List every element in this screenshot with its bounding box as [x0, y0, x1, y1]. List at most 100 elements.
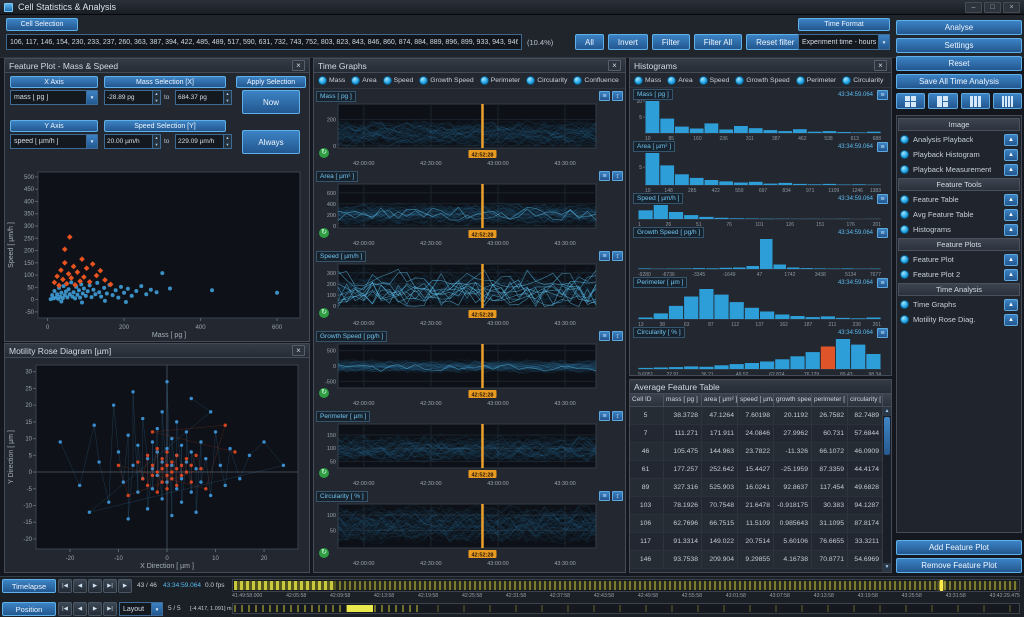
graph-settings-icon[interactable]: ≡: [599, 491, 610, 501]
histograms-toggle-circularity[interactable]: Circularity: [842, 76, 883, 85]
sidebar-button-save-all-time-analysis[interactable]: Save All Time Analysis: [896, 74, 1022, 89]
position-button[interactable]: Position: [2, 602, 56, 616]
timelapse-timeline[interactable]: [232, 579, 1020, 592]
move-up-icon[interactable]: ▲: [1004, 164, 1018, 176]
sidebar-button-remove-feature-plot[interactable]: Remove Feature Plot: [896, 558, 1022, 573]
maximize-icon[interactable]: □: [984, 2, 1001, 13]
column-header-perimeter-m[interactable]: perimeter [ µm ]: [812, 394, 848, 406]
timelapse-step-back-button[interactable]: ◀: [73, 579, 87, 593]
sync-time-icon[interactable]: ↻: [319, 148, 329, 158]
sidebar-item-histograms[interactable]: Histograms▲: [898, 222, 1020, 237]
position-skip-start-button[interactable]: |◀: [58, 602, 72, 616]
sidebar-button-reset[interactable]: Reset: [896, 56, 1022, 71]
time-graph-chart[interactable]: 42:00:0042:30:0043:00:0043:30:005000-500…: [314, 342, 625, 408]
feature-scatter-plot[interactable]: 0200400600500450400350300250200150100500…: [6, 166, 308, 342]
table-row[interactable]: 10662.769666.751511.51090.98564331.10958…: [630, 515, 882, 533]
sidebar-item-analysis-playback[interactable]: Analysis Playback▲: [898, 132, 1020, 147]
histogram-chart[interactable]: 9.605122.9136.2149.5262.82476.12989.4398…: [631, 338, 890, 375]
graph-fit-icon[interactable]: ↕: [612, 91, 623, 101]
close-icon[interactable]: ×: [608, 60, 621, 71]
position-timeline[interactable]: [232, 603, 1020, 614]
toolbar-button-filter-all[interactable]: Filter All: [694, 34, 742, 50]
time-graphs-toggle-confluence[interactable]: Confluence: [573, 76, 618, 85]
graph-settings-icon[interactable]: ≡: [599, 171, 610, 181]
table-row[interactable]: 46105.475144.96323.7822-11.32666.107246.…: [630, 443, 882, 461]
move-up-icon[interactable]: ▲: [1004, 209, 1018, 221]
move-up-icon[interactable]: ▲: [1004, 299, 1018, 311]
column-header-circularity[interactable]: circularity [ % ]: [848, 394, 883, 406]
graph-settings-icon[interactable]: ≡: [599, 251, 610, 261]
toolbar-button-all[interactable]: All: [575, 34, 604, 50]
mass-from-spinner[interactable]: -28.89 pg ▲▼: [104, 90, 161, 105]
table-row[interactable]: 14693.7538209.9049.298554.1673870.877154…: [630, 551, 882, 569]
column-header-speed-m-h[interactable]: speed [ µm/h ]: [738, 394, 774, 406]
graph-fit-icon[interactable]: ↕: [612, 411, 623, 421]
histogram-settings-icon[interactable]: ≡: [877, 228, 888, 238]
sync-time-icon[interactable]: ↻: [319, 228, 329, 238]
timeline-playhead[interactable]: [940, 580, 943, 591]
speed-from-spinner[interactable]: 20.00 µm/h ▲▼: [104, 134, 161, 149]
layout-2-icon[interactable]: [928, 93, 957, 109]
apply-now-button[interactable]: Now: [242, 90, 300, 114]
graph-fit-icon[interactable]: ↕: [612, 491, 623, 501]
spinner-arrows-icon[interactable]: ▲▼: [152, 135, 160, 148]
table-panel-header[interactable]: Average Feature Table: [630, 380, 891, 394]
histogram-chart[interactable]: 10510148285422559697834971110912461383: [631, 152, 890, 193]
sidebar-item-feature-table[interactable]: Feature Table▲: [898, 192, 1020, 207]
toolbar-button-invert[interactable]: Invert: [608, 34, 648, 50]
apply-always-button[interactable]: Always: [242, 130, 300, 154]
sidebar-item-time-graphs[interactable]: Time Graphs▲: [898, 297, 1020, 312]
time-graphs-toggle-mass[interactable]: Mass: [318, 76, 345, 85]
close-icon[interactable]: ×: [874, 60, 887, 71]
move-up-icon[interactable]: ▲: [1004, 269, 1018, 281]
timelapse-button[interactable]: Timelapse: [2, 579, 56, 593]
sidebar-button-add-feature-plot[interactable]: Add Feature Plot: [896, 540, 1022, 555]
sidebar-button-settings[interactable]: Settings: [896, 38, 1022, 53]
y-axis-select[interactable]: speed [ µm/h ] ▼: [10, 134, 98, 149]
sync-time-icon[interactable]: ↻: [319, 468, 329, 478]
feature-plot-panel-header[interactable]: Feature Plot - Mass & Speed ×: [5, 59, 309, 73]
spinner-arrows-icon[interactable]: ▲▼: [152, 91, 160, 104]
time-graphs-toggle-circularity[interactable]: Circularity: [526, 76, 567, 85]
move-up-icon[interactable]: ▲: [1004, 194, 1018, 206]
sync-time-icon[interactable]: ↻: [319, 308, 329, 318]
histograms-toggle-growth-speed[interactable]: Growth Speed: [735, 76, 789, 85]
sidebar-item-avg-feature-table[interactable]: Avg Feature Table▲: [898, 207, 1020, 222]
histograms-toggle-area[interactable]: Area: [667, 76, 692, 85]
sidebar-item-feature-plot-2[interactable]: Feature Plot 2▲: [898, 267, 1020, 282]
sync-time-icon[interactable]: ↻: [319, 548, 329, 558]
motility-panel-header[interactable]: Motility Rose Diagram [µm] ×: [5, 344, 309, 358]
histogram-settings-icon[interactable]: ≡: [877, 142, 888, 152]
move-up-icon[interactable]: ▲: [1004, 224, 1018, 236]
position-step-back-button[interactable]: ◀: [73, 602, 87, 616]
histograms-toggle-perimeter[interactable]: Perimeter: [796, 76, 836, 85]
table-row[interactable]: 10378.192670.754821.6478-0.91817530.3839…: [630, 497, 882, 515]
time-graph-chart[interactable]: 42:00:0042:30:0043:00:0043:30:0060040020…: [314, 182, 625, 248]
histogram-settings-icon[interactable]: ≡: [877, 328, 888, 338]
graph-settings-icon[interactable]: ≡: [599, 91, 610, 101]
toolbar-button-reset-filter[interactable]: Reset filter: [746, 34, 804, 50]
layout-1-icon[interactable]: [896, 93, 925, 109]
graph-settings-icon[interactable]: ≡: [599, 331, 610, 341]
timelapse-skip-end-button[interactable]: ▶|: [103, 579, 117, 593]
mass-to-spinner[interactable]: 684.37 pg ▲▼: [175, 90, 232, 105]
histogram-chart[interactable]: 1265176101126151176201: [631, 204, 890, 227]
minimize-icon[interactable]: –: [965, 2, 982, 13]
graph-fit-icon[interactable]: ↕: [612, 251, 623, 261]
x-axis-select[interactable]: mass [ pg ] ▼: [10, 90, 98, 105]
move-up-icon[interactable]: ▲: [1004, 149, 1018, 161]
motility-rose-plot[interactable]: -20-1001020302520151050-5-10-15-20X Dire…: [6, 359, 308, 573]
sidebar-button-analyse[interactable]: Analyse: [896, 20, 1022, 35]
scroll-thumb[interactable]: [884, 417, 890, 455]
sidebar-item-motility-rose-diag[interactable]: Motility Rose Diag.▲: [898, 312, 1020, 327]
toolbar-button-filter[interactable]: Filter: [652, 34, 690, 50]
move-up-icon[interactable]: ▲: [1004, 134, 1018, 146]
table-row[interactable]: 61177.257252.64215.4427-25.195987.335944…: [630, 461, 882, 479]
histograms-toggle-speed[interactable]: Speed: [699, 76, 730, 85]
close-icon[interactable]: ×: [1003, 2, 1020, 13]
time-graphs-toggle-perimeter[interactable]: Perimeter: [480, 76, 520, 85]
column-header-area-m[interactable]: area [ µm² ]: [702, 394, 738, 406]
histogram-chart[interactable]: 13386387112137162187211236261: [631, 288, 890, 327]
histogram-settings-icon[interactable]: ≡: [877, 278, 888, 288]
histograms-panel-header[interactable]: Histograms ×: [630, 59, 891, 73]
